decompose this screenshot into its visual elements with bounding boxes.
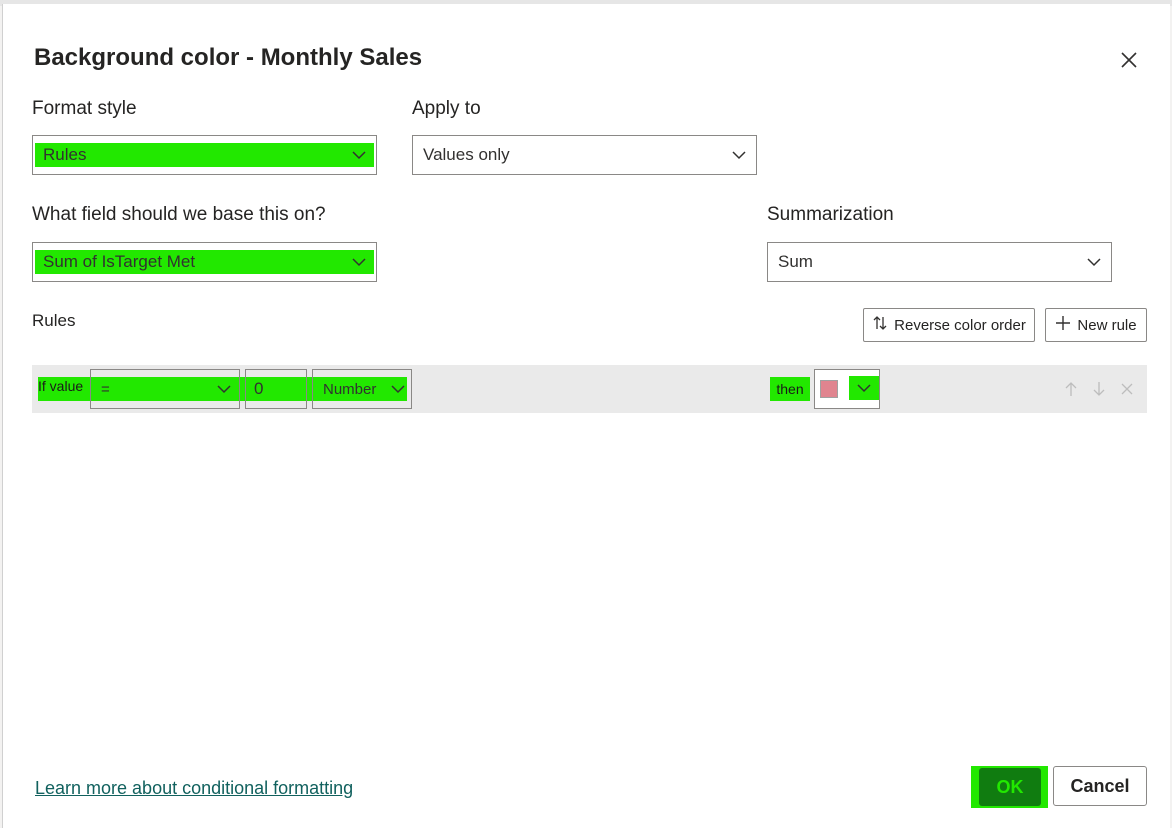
delete-rule-icon[interactable] (1120, 382, 1134, 401)
new-rule-label: New rule (1077, 316, 1137, 334)
ok-button[interactable]: OK (979, 768, 1041, 806)
swap-vertical-icon (872, 315, 888, 335)
chevron-down-icon (391, 384, 405, 394)
chevron-down-icon (732, 150, 746, 160)
color-swatch (820, 380, 838, 398)
rules-label: Rules (32, 311, 76, 330)
summarization-value: Sum (778, 252, 813, 271)
base-field-label: What field should we base this on? (32, 204, 326, 225)
value-type: Number (323, 380, 377, 398)
ok-button-highlight: OK (971, 766, 1048, 808)
rule-value-input[interactable]: 0 (245, 369, 307, 409)
base-field-highlight: Sum of IsTarget Met (35, 250, 374, 274)
format-style-value: Rules (43, 145, 87, 164)
new-rule-button[interactable]: New rule (1045, 308, 1147, 342)
arrow-down-icon[interactable] (1092, 381, 1106, 402)
then-label: then (770, 377, 810, 401)
arrow-up-icon[interactable] (1064, 381, 1078, 402)
format-style-dropdown[interactable]: Rules (32, 135, 377, 175)
learn-more-link[interactable]: Learn more about conditional formatting (35, 778, 353, 799)
chevron-down-icon (1087, 257, 1101, 267)
dialog-title: Background color - Monthly Sales (34, 44, 423, 71)
color-picker[interactable] (814, 369, 880, 409)
reverse-color-order-label: Reverse color order (894, 316, 1026, 334)
operator-dropdown[interactable]: = (90, 369, 240, 409)
base-field-value: Sum of IsTarget Met (43, 252, 196, 271)
apply-to-label: Apply to (412, 98, 481, 119)
rule-value: 0 (254, 379, 264, 398)
format-style-label: Format style (32, 98, 137, 119)
if-value-label: If value (38, 378, 84, 394)
chevron-down-icon (217, 384, 231, 394)
chevron-down-icon (352, 257, 366, 267)
summarization-dropdown[interactable]: Sum (767, 242, 1112, 282)
chevron-down-icon (352, 150, 366, 160)
chevron-down-icon[interactable] (849, 376, 879, 400)
operator-value: = (101, 380, 110, 398)
dialog: Background color - Monthly Sales Format … (2, 4, 1170, 828)
value-type-dropdown[interactable]: Number (312, 369, 412, 409)
close-button[interactable] (1115, 48, 1143, 76)
apply-to-dropdown[interactable]: Values only (412, 135, 757, 175)
base-field-dropdown[interactable]: Sum of IsTarget Met (32, 242, 377, 282)
plus-icon (1055, 315, 1071, 335)
reverse-color-order-button[interactable]: Reverse color order (863, 308, 1035, 342)
apply-to-value: Values only (423, 145, 510, 164)
cancel-button[interactable]: Cancel (1053, 766, 1147, 806)
summarization-label: Summarization (767, 204, 894, 225)
rule-row: If value = 0 Number then (32, 365, 1147, 413)
close-icon[interactable] (1120, 51, 1138, 74)
format-style-highlight: Rules (35, 143, 374, 167)
